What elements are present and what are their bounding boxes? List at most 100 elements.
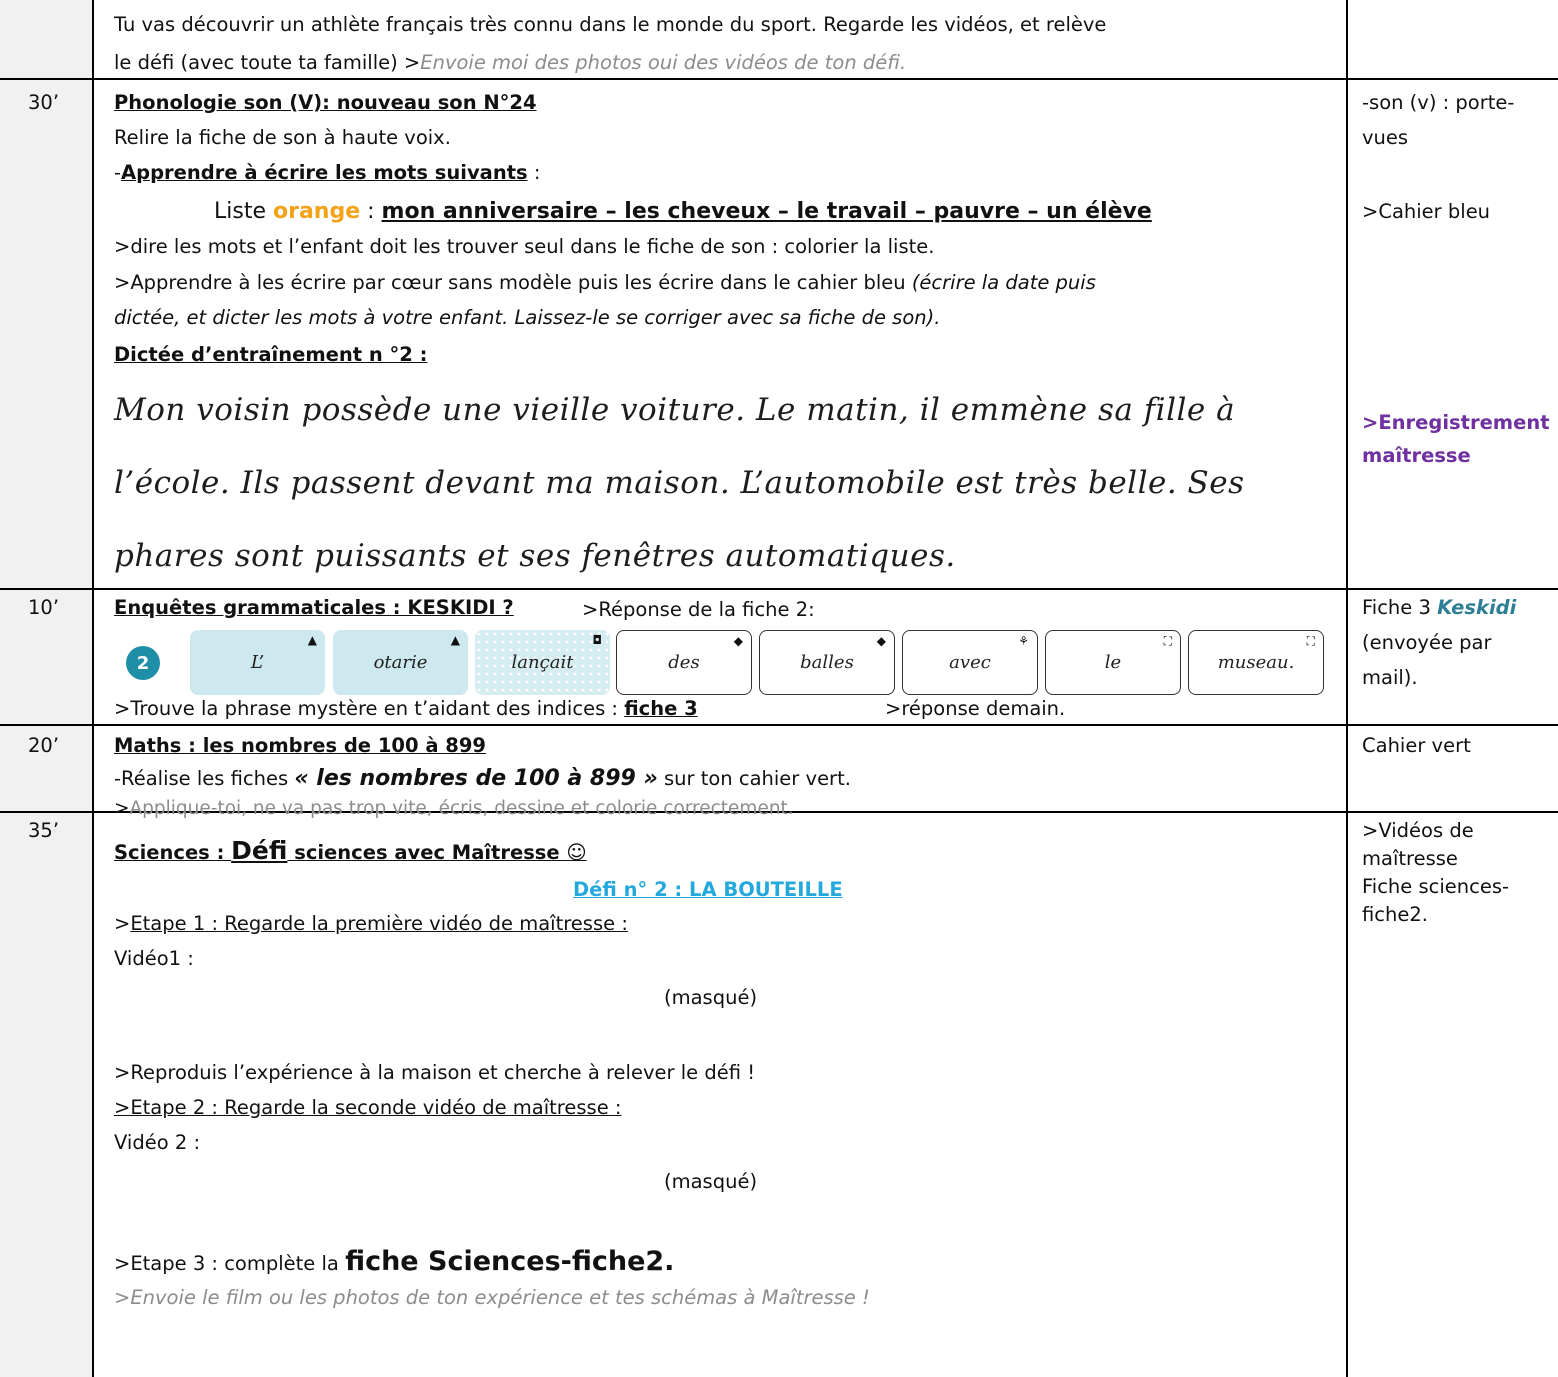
keskidi-tile: le ⛶ <box>1045 630 1181 695</box>
clue-symbol-icon: ▲ <box>307 633 317 647</box>
tile-word: lançait <box>511 652 574 673</box>
grid-line <box>1346 0 1348 1377</box>
maths-line-1: -Réalise les fiches « les nombres de 100… <box>114 766 851 792</box>
side-fiche-sciences-2: fiche2. <box>1362 903 1428 926</box>
phonologie-line-1: Relire la fiche de son à haute voix. <box>114 126 451 149</box>
tile-word: L’ <box>250 652 265 673</box>
tile-word: museau. <box>1217 652 1295 673</box>
maths-line2-b: Applique-toi, ne va pas trop vite, écris… <box>129 798 794 819</box>
dictee-line-3: phares sont puissants et ses fenêtres au… <box>114 538 956 574</box>
duration-column-shade <box>0 0 93 1377</box>
video-1-hidden: (masqué) <box>664 986 758 1009</box>
phonologie-title: Phonologie son (V): nouveau son N°24 <box>114 91 537 114</box>
maths-line1-a: -Réalise les fiches <box>114 767 295 790</box>
video-2-label: Vidéo 2 : <box>114 1131 201 1154</box>
list-sep: : <box>360 199 382 224</box>
phonologie-instruction-3: dictée, et dicter les mots à votre enfan… <box>114 306 941 329</box>
phonologie-learn: -Apprendre à écrire les mots suivants : <box>114 160 540 186</box>
maths-line2-a: > <box>114 798 130 819</box>
instr2-italic: (écrire la date puis <box>911 271 1096 294</box>
side-envoyee: (envoyée par <box>1362 631 1492 654</box>
list-words: mon anniversaire – les cheveux – le trav… <box>381 199 1152 224</box>
video-2-hidden: (masqué) <box>664 1170 758 1193</box>
side-cahier-bleu: >Cahier bleu <box>1362 200 1491 223</box>
etape-1: >Etape 1 : Regarde la première vidéo de … <box>114 911 628 937</box>
side-keskidi: Keskidi <box>1437 596 1517 619</box>
clue-symbol-icon: ◆ <box>733 634 743 648</box>
duration-enquetes: 10’ <box>28 596 60 619</box>
clue-symbol-icon: ▲ <box>450 633 460 647</box>
maths-line-2: >Applique-toi, ne va pas trop vite, écri… <box>114 796 794 822</box>
side-videos-2: maîtresse <box>1362 847 1458 870</box>
find-text: >Trouve la phrase mystère en t’aidant de… <box>114 697 625 720</box>
maths-title: Maths : les nombres de 100 à 899 <box>114 734 486 757</box>
sciences-title-b: Défi <box>231 836 288 865</box>
side-son-1: -son (v) : porte- <box>1362 91 1515 114</box>
keskidi-tile: lançait ◘ <box>475 630 610 695</box>
intro-text: le défi (avec toute ta famille) > <box>114 51 421 74</box>
sciences-title-c: sciences avec Maîtresse ☺ <box>287 841 587 864</box>
phonologie-instruction-1: >dire les mots et l’enfant doit les trou… <box>114 235 935 258</box>
etape3-a: >Etape 3 : complète la <box>114 1252 346 1275</box>
tile-word: des <box>668 652 700 673</box>
clue-symbol-icon: ◆ <box>876 634 886 648</box>
learn-label: Apprendre à écrire les mots suivants <box>121 161 528 184</box>
side-mail: mail). <box>1362 666 1418 689</box>
learn-dash: - <box>114 161 122 184</box>
fiche-3-link: fiche 3 <box>624 697 698 720</box>
grid-line <box>0 588 1558 590</box>
clue-symbol-icon: ⚘ <box>1018 634 1029 648</box>
keskidi-tile: L’ ▲ <box>190 630 325 695</box>
grid-line <box>92 0 94 1377</box>
keskidi-tile: avec ⚘ <box>902 630 1038 695</box>
learn-colon: : <box>527 161 541 184</box>
keskidi-tile: museau. ⛶ <box>1188 630 1324 695</box>
side-fiche-keskidi: Fiche 3 Keskidi <box>1362 595 1516 621</box>
instr2-text: >Apprendre à les écrire par cœur sans mo… <box>114 271 912 294</box>
clue-symbol-icon: ◘ <box>592 633 603 647</box>
keskidi-tile: otarie ▲ <box>333 630 468 695</box>
maths-line1-b: « les nombres de 100 à 899 » <box>294 766 658 791</box>
word-list: Liste orange : mon anniversaire – les ch… <box>214 199 1152 225</box>
sciences-title-a: Sciences : <box>114 841 232 864</box>
intro-note: Envoie moi des photos oui des vidéos de … <box>420 51 907 74</box>
clue-symbol-icon: ⛶ <box>1163 634 1172 648</box>
enquetes-answer-label: >Réponse de la fiche 2: <box>582 598 815 621</box>
dictee-line-1: Mon voisin possède une vieille voiture. … <box>114 392 1236 428</box>
defi-title: Défi n° 2 : LA BOUTEILLE <box>573 878 843 901</box>
etape1-a: > <box>114 912 131 935</box>
side-enregistrement-2: maîtresse <box>1362 444 1471 467</box>
reproduis: >Reproduis l’expérience à la maison et c… <box>114 1061 756 1084</box>
video-1-label: Vidéo1 : <box>114 947 194 970</box>
intro-line-1: Tu vas découvrir un athlète français trè… <box>114 13 1107 36</box>
duration-maths: 20’ <box>28 734 60 757</box>
etape3-b: fiche Sciences-fiche2. <box>345 1246 675 1277</box>
etape-3: >Etape 3 : complète la fiche Sciences-fi… <box>114 1244 674 1282</box>
keskidi-tile: des ◆ <box>616 630 752 695</box>
dictee-line-2: l’école. Ils passent devant ma maison. L… <box>114 465 1245 501</box>
side-fiche-sciences-1: Fiche sciences- <box>1362 875 1510 898</box>
grid-line <box>0 78 1558 80</box>
keskidi-tile: balles ◆ <box>759 630 895 695</box>
lesson-plan-table: Tu vas découvrir un athlète français trè… <box>0 0 1558 1377</box>
envoie-note: >Envoie le film ou les photos de ton exp… <box>114 1286 870 1309</box>
enquetes-find: >Trouve la phrase mystère en t’aidant de… <box>114 696 698 722</box>
intro-line-2: le défi (avec toute ta famille) >Envoie … <box>114 50 906 76</box>
side-videos-1: >Vidéos de <box>1362 819 1474 842</box>
duration-phonologie: 30’ <box>28 91 60 114</box>
tile-word: le <box>1104 652 1122 673</box>
tile-word: balles <box>800 652 854 673</box>
fiche-number-badge: 2 <box>126 646 160 680</box>
clue-symbol-icon: ⛶ <box>1306 634 1315 648</box>
side-son-2: vues <box>1362 126 1409 149</box>
enquetes-title: Enquêtes grammaticales : KESKIDI ? <box>114 596 514 619</box>
etape-2: >Etape 2 : Regarde la seconde vidéo de m… <box>114 1096 622 1119</box>
enquetes-find-after: >réponse demain. <box>885 697 1066 720</box>
sciences-title: Sciences : Défi sciences avec Maîtresse … <box>114 836 587 868</box>
maths-line1-c: sur ton cahier vert. <box>657 767 851 790</box>
etape1-b: Etape 1 : Regarde la première vidéo de m… <box>130 912 628 935</box>
tile-word: otarie <box>373 652 428 673</box>
side-fiche-prefix: Fiche 3 <box>1362 596 1438 619</box>
phonologie-instruction-2: >Apprendre à les écrire par cœur sans mo… <box>114 270 1096 296</box>
tile-word: avec <box>949 652 991 673</box>
